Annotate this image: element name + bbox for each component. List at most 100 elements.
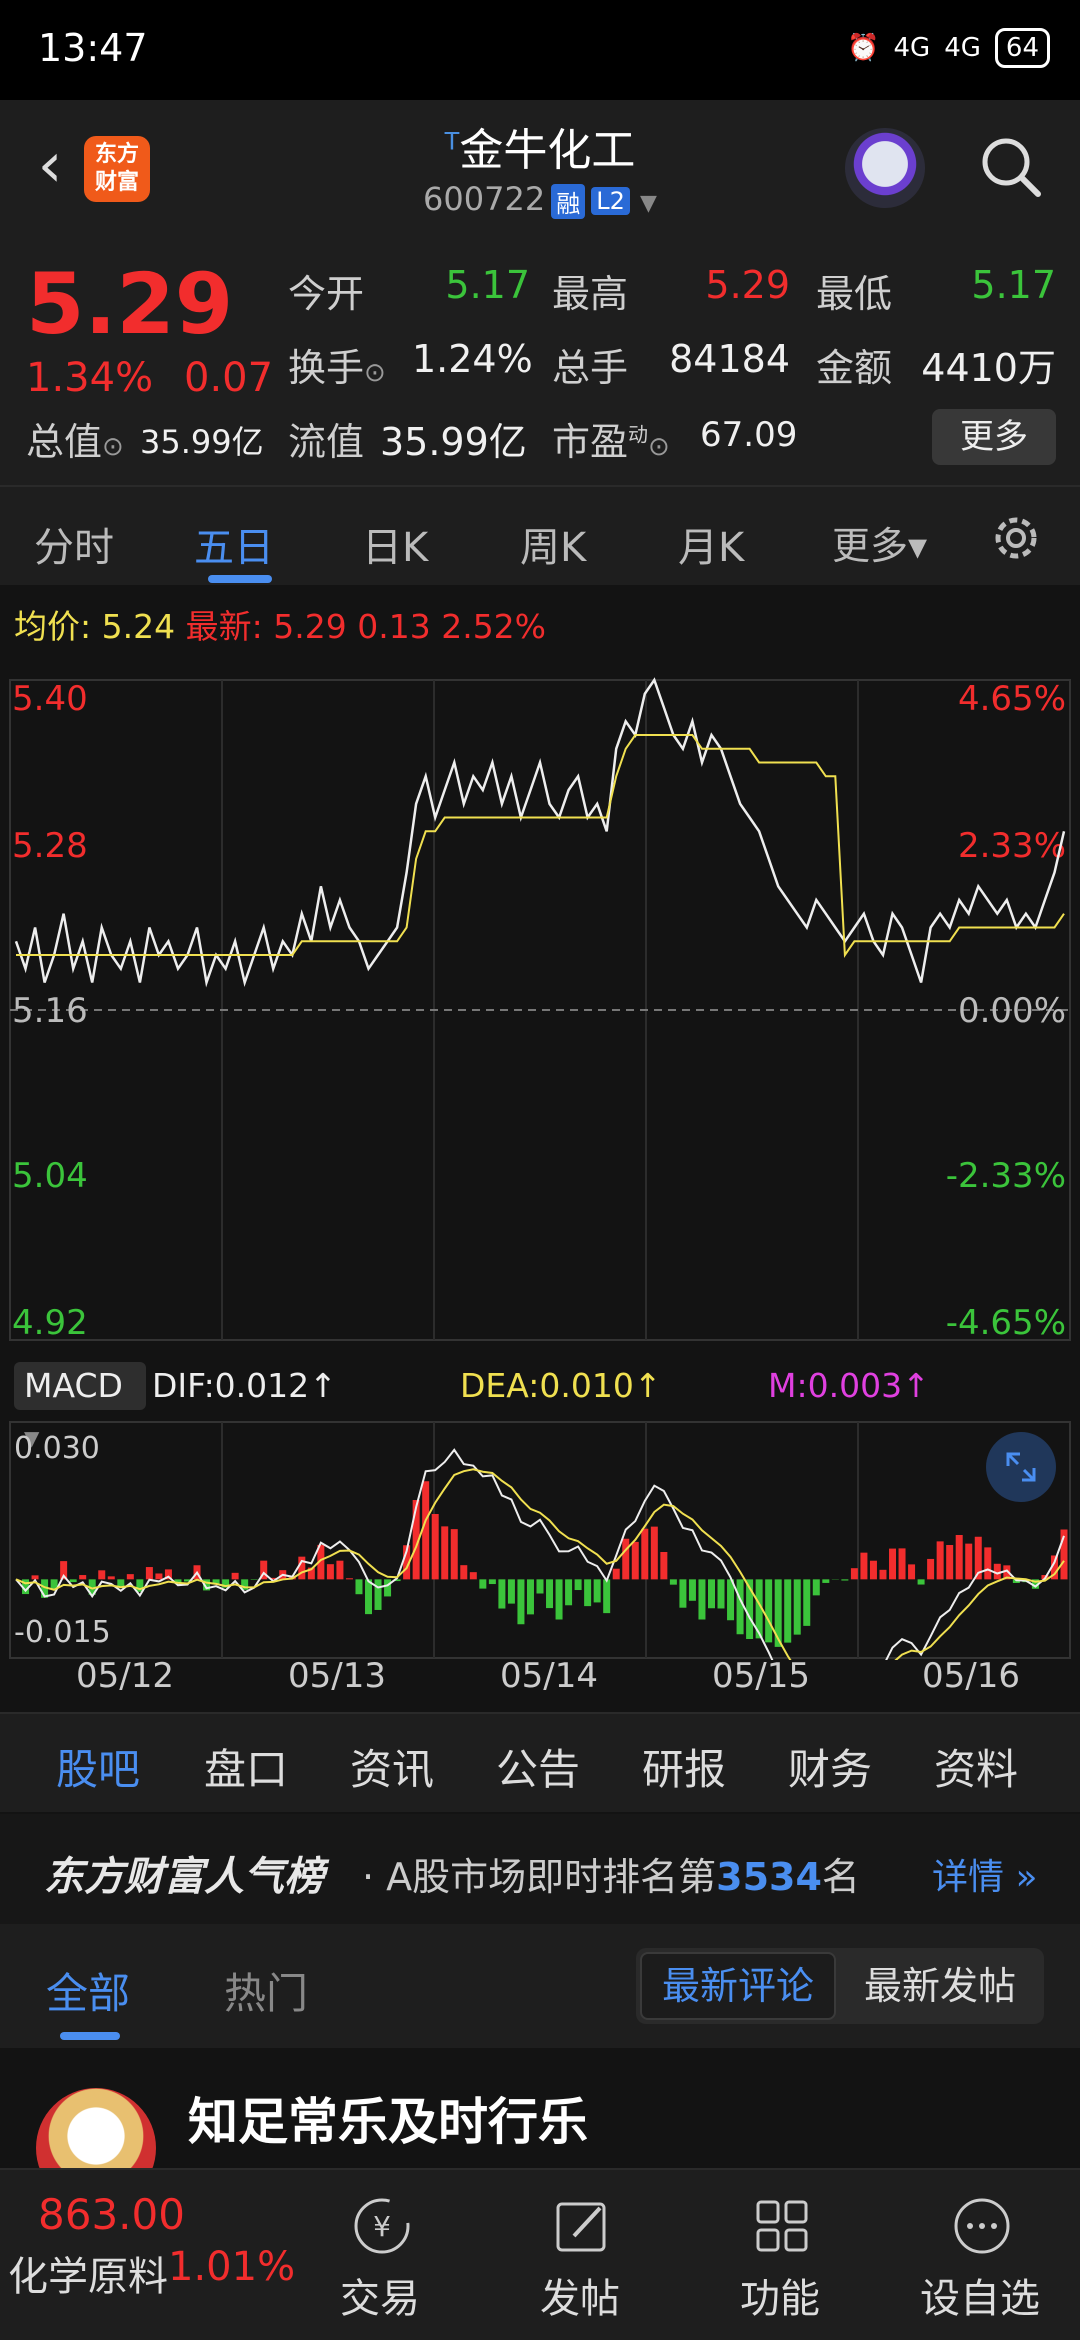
macd-dif: DIF:0.012↑ <box>152 1366 337 1405</box>
series-line-0 <box>14 677 1066 988</box>
search-icon[interactable] <box>978 134 1044 200</box>
gear-icon[interactable] <box>988 510 1044 566</box>
nav-trade[interactable]: ¥ 交易 <box>280 2170 480 2340</box>
y-tick-left: 5.16 <box>12 991 88 1031</box>
expand-icon <box>1006 1452 1036 1482</box>
edit-icon <box>556 2202 606 2252</box>
date-label-4: 05/15 <box>712 1656 810 1696</box>
post-username[interactable]: 知足常乐及时行乐 <box>188 2082 588 2154</box>
assistant-robot-icon[interactable] <box>845 128 925 208</box>
grid-icon <box>756 2200 808 2252</box>
active-tab-indicator <box>208 575 272 583</box>
sort-latest-comment[interactable]: 最新评论 <box>640 1952 836 2020</box>
nav-functions[interactable]: 功能 <box>680 2170 880 2340</box>
mktcap-label: 总值⊙ <box>26 420 124 464</box>
y-tick-left: 4.92 <box>12 1303 88 1343</box>
y-tick-right: 4.65% <box>958 679 1066 719</box>
alarm-icon: ⏰ <box>847 33 880 63</box>
tab-research[interactable]: 研报 <box>642 1736 726 1797</box>
post-item[interactable]: 知足常乐及时行乐 <box>0 2048 1080 2208</box>
macd-tick-top: 0.030 <box>14 1431 100 1466</box>
pe-label: 市盈动⊙ <box>552 420 670 464</box>
change-amount: 0.07 <box>184 355 274 401</box>
open-value: 5.17 <box>445 263 530 307</box>
amount-value: 4410万 <box>921 346 1056 390</box>
yuan-refresh-icon: ¥ <box>354 2198 410 2254</box>
status-time: 13:47 <box>38 26 148 70</box>
tab-monthly-k[interactable]: 月K <box>678 515 744 573</box>
tab-guba[interactable]: 股吧 <box>56 1736 140 1797</box>
sector-index-pct[interactable]: 1.01% <box>168 2244 295 2290</box>
date-label-2: 05/13 <box>288 1656 386 1696</box>
macd-selector[interactable]: MACD ▼ <box>14 1362 146 1450</box>
more-quote-button[interactable]: 更多 <box>932 409 1056 465</box>
date-label-5: 05/16 <box>922 1656 1020 1696</box>
popularity-rank-bar[interactable]: 东方财富人气榜 · A股市场即时排名第3534名 详情 » <box>0 1814 1080 1924</box>
tab-announcements[interactable]: 公告 <box>496 1736 580 1797</box>
date-label-3: 05/14 <box>500 1656 598 1696</box>
period-tabs: 分时 五日 日K 周K 月K 更多▾ <box>0 485 1080 585</box>
pe-value: 67.09 <box>700 415 798 455</box>
nav-post[interactable]: 发帖 <box>480 2170 680 2340</box>
tab-profile[interactable]: 资料 <box>934 1736 1018 1797</box>
tab-daily-k[interactable]: 日K <box>362 515 428 573</box>
tab-news[interactable]: 资讯 <box>350 1736 434 1797</box>
stock-header: ‹ 东方 财富 T金牛化工 600722 融 L2 ▼ <box>0 100 1080 235</box>
mktcap-value: 35.99亿 <box>140 423 264 461</box>
rank-detail-link[interactable]: 详情 » <box>932 1848 1037 1900</box>
rank-text: · A股市场即时排名第3534名 <box>362 1855 860 1899</box>
tab-all-posts[interactable]: 全部 <box>46 1960 130 2021</box>
dropdown-icon: ▼ <box>640 191 657 216</box>
tab-finance[interactable]: 财务 <box>788 1736 872 1797</box>
status-icons: ⏰ 4G 4G 64 <box>847 28 1050 68</box>
tab-more[interactable]: 更多▾ <box>832 515 927 570</box>
post-filter-tabs: 全部 热门 最新评论 最新发帖 <box>0 1924 1080 2048</box>
macd-dif-line <box>15 1448 1065 1660</box>
y-tick-right: 0.00% <box>958 991 1066 1031</box>
expand-chart-button[interactable] <box>986 1432 1056 1502</box>
current-price: 5.29 <box>26 255 234 353</box>
y-tick-left: 5.04 <box>12 1156 88 1196</box>
volume-label: 总手 <box>552 346 629 390</box>
stock-name: 金牛化工 <box>459 125 636 176</box>
status-bar: 13:47 ⏰ 4G 4G 64 <box>0 0 1080 100</box>
stock-code: 600722 <box>423 180 546 218</box>
amount-label: 金额 <box>816 346 893 390</box>
float-value: 35.99亿 <box>380 420 527 464</box>
signal-icon-1: 4G <box>893 33 931 63</box>
svg-text:¥: ¥ <box>373 2210 391 2243</box>
change-percent: 1.34% <box>26 355 154 401</box>
macd-frame <box>9 1421 1071 1659</box>
sector-index-value[interactable]: 863.00 <box>38 2190 185 2239</box>
high-label: 最高 <box>552 272 629 316</box>
y-tick-right: -2.33% <box>946 1156 1066 1196</box>
float-label: 流值 <box>288 420 365 464</box>
low-label: 最低 <box>816 272 893 316</box>
tab-weekly-k[interactable]: 周K <box>520 515 586 573</box>
quote-panel: 5.29 1.34% 0.07 今开 5.17 最高 5.29 最低 5.17 … <box>0 235 1080 485</box>
tab-five-day[interactable]: 五日 <box>194 515 274 573</box>
macd-m: M:0.003↑ <box>768 1366 930 1405</box>
info-tabs: 股吧 盘口 资讯 公告 研报 财务 资料 <box>0 1712 1080 1812</box>
turnover-label: 换手⊙ <box>288 346 386 390</box>
turnover-value: 1.24% <box>412 337 533 381</box>
tab-intraday[interactable]: 分时 <box>34 515 114 573</box>
y-tick-right: 2.33% <box>958 826 1066 866</box>
sector-index-name[interactable]: 化学原料 <box>8 2244 168 2302</box>
tab-pankou[interactable]: 盘口 <box>204 1736 288 1797</box>
tab-hot-posts[interactable]: 热门 <box>224 1960 308 2021</box>
signal-icon-2: 4G <box>944 33 981 63</box>
five-day-chart[interactable]: 5.40 4.65% 5.28 2.33% 5.16 0.00% 5.04 -2.33% 4.9… <box>0 640 1080 1360</box>
margin-tag: 融 <box>551 183 586 219</box>
battery-icon: 64 <box>994 28 1050 68</box>
high-value: 5.29 <box>705 263 790 307</box>
macd-chart[interactable]: 0.030 -0.015 <box>0 1410 1080 1660</box>
macd-dea: DEA:0.010↑ <box>460 1366 662 1405</box>
nav-trade-label: 交易 <box>340 2276 420 2322</box>
level2-tag: L2 <box>591 187 630 215</box>
rank-brand: 东方财富人气榜 <box>44 1854 324 1900</box>
nav-add-watchlist[interactable]: 设自选 <box>880 2170 1080 2340</box>
nav-functions-label: 功能 <box>740 2276 820 2322</box>
sort-latest-post[interactable]: 最新发帖 <box>840 1952 1040 2020</box>
low-value: 5.17 <box>971 263 1056 307</box>
